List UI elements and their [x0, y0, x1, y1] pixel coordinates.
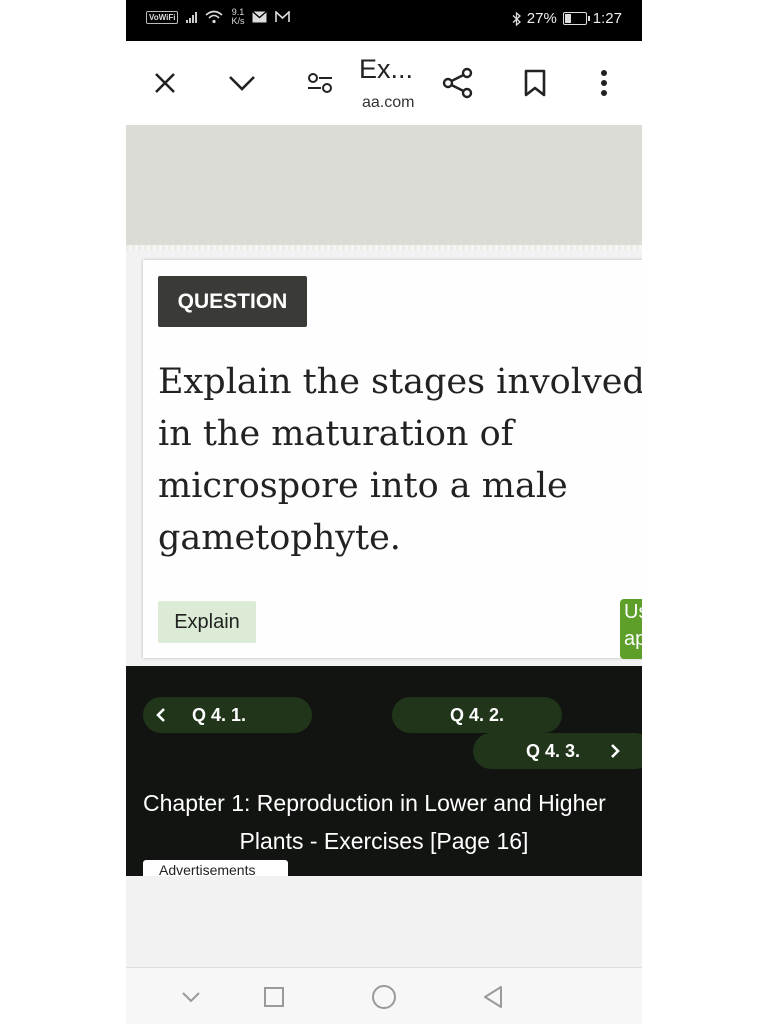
vowifi-indicator: VoWiFi — [146, 10, 179, 24]
wifi-icon — [205, 10, 223, 24]
question-card: QUESTION Explain the stages involved in … — [143, 260, 642, 659]
next-question-button[interactable]: Q 4. 3. — [473, 733, 642, 769]
browser-toolbar: Ex... aa.com — [126, 41, 642, 125]
question-badge: QUESTION — [158, 276, 307, 327]
chapter-title-line1: Chapter 1: Reproduction in Lower and Hig… — [143, 790, 606, 816]
more-options-icon[interactable] — [586, 65, 622, 101]
recents-icon[interactable] — [259, 982, 289, 1012]
back-icon[interactable] — [478, 982, 508, 1012]
site-settings-icon[interactable] — [302, 65, 338, 101]
chevron-left-icon — [156, 708, 165, 722]
ad-placeholder-top — [126, 125, 642, 245]
speed-unit: K/s — [231, 16, 245, 26]
page-domain: aa.com — [362, 94, 415, 111]
clock: 1:27 — [592, 10, 622, 27]
ad-area — [126, 876, 642, 968]
bluetooth-icon — [512, 11, 521, 26]
question-navigation: Q 4. 1. Q 4. 2. Q 4. 3. Chapter 1: Repro… — [126, 666, 642, 876]
bookmark-icon[interactable] — [517, 65, 553, 101]
question-type-tag[interactable]: Explain — [158, 601, 256, 643]
mail-icon — [252, 11, 268, 23]
advertisements-label: Advertisements — [143, 860, 288, 876]
close-icon[interactable] — [147, 65, 183, 101]
next-question-label: Q 4. 3. — [526, 740, 581, 761]
side-floating-tab[interactable]: Us ap — [620, 599, 642, 659]
chapter-link[interactable]: Chapter 1: Reproduction in Lower and Hig… — [126, 784, 642, 860]
gmail-icon — [275, 11, 291, 22]
dotted-divider — [126, 245, 642, 251]
status-left: VoWiFi 9.1 K/s — [146, 8, 291, 26]
page-title: Ex... — [359, 54, 414, 84]
battery-percent: 27% — [526, 10, 557, 27]
system-nav-bar — [126, 967, 642, 1024]
side-tab-line1: Us — [624, 601, 642, 623]
network-speed: 9.1 K/s — [231, 8, 244, 26]
signal-icon — [186, 11, 198, 23]
current-question-button[interactable]: Q 4. 2. — [392, 697, 562, 733]
current-question-label: Q 4. 2. — [449, 704, 505, 725]
home-icon[interactable] — [369, 982, 399, 1012]
status-right: 27% 1:27 — [512, 10, 622, 27]
share-icon[interactable] — [440, 65, 476, 101]
battery-icon — [562, 12, 590, 25]
side-tab-line2: ap — [624, 628, 642, 650]
chevron-right-icon — [611, 744, 620, 758]
battery-fill — [564, 14, 571, 23]
question-text: Explain the stages involved in the matur… — [158, 362, 642, 558]
chapter-title-line2: Plants - Exercises [Page 16] — [239, 828, 529, 854]
prev-question-button[interactable]: Q 4. 1. — [143, 697, 312, 733]
chevron-down-icon[interactable] — [224, 65, 260, 101]
hide-nav-icon[interactable] — [176, 982, 206, 1012]
prev-question-label: Q 4. 1. — [192, 704, 247, 725]
phone-screen: VoWiFi 9.1 K/s 27% 1:27 Ex... aa.com QUE… — [126, 0, 642, 1024]
status-bar: VoWiFi 9.1 K/s 27% 1:27 — [126, 0, 642, 41]
